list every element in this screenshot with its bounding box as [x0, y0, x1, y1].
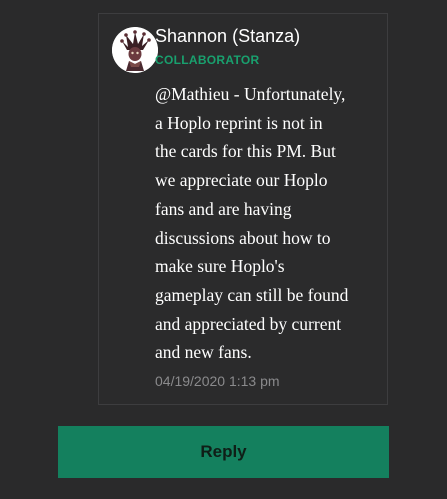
reply-button[interactable]: Reply — [58, 426, 389, 478]
avatar[interactable] — [112, 27, 158, 73]
comment-line: @Mathieu - Unfortunately, — [155, 84, 346, 104]
comment-line: gameplay can still be found — [155, 284, 349, 305]
comment-line: we appreciate our Hoplo — [155, 170, 328, 191]
author-name[interactable]: Shannon (Stanza) — [155, 25, 300, 47]
comment-line: the cards for this PM. But — [155, 141, 336, 162]
comment-body: @Mathieu - Unfortunately, a Hoplo reprin… — [155, 80, 381, 367]
comment-line: and new fans. — [155, 342, 252, 363]
comment-line: make sure Hoplo's — [155, 256, 285, 277]
comment-line: a Hoplo reprint is not in — [155, 112, 323, 133]
comment-line: fans and are having — [155, 198, 292, 219]
role-badge: COLLABORATOR — [155, 53, 260, 67]
comment-line: and appreciated by current — [155, 313, 342, 334]
jester-character-icon — [112, 27, 158, 73]
comment-page: Shannon (Stanza) COLLABORATOR @Mathieu -… — [0, 0, 447, 499]
comment-timestamp[interactable]: 04/19/2020 1:13 pm — [155, 372, 280, 390]
comment-line: discussions about how to — [155, 227, 331, 248]
